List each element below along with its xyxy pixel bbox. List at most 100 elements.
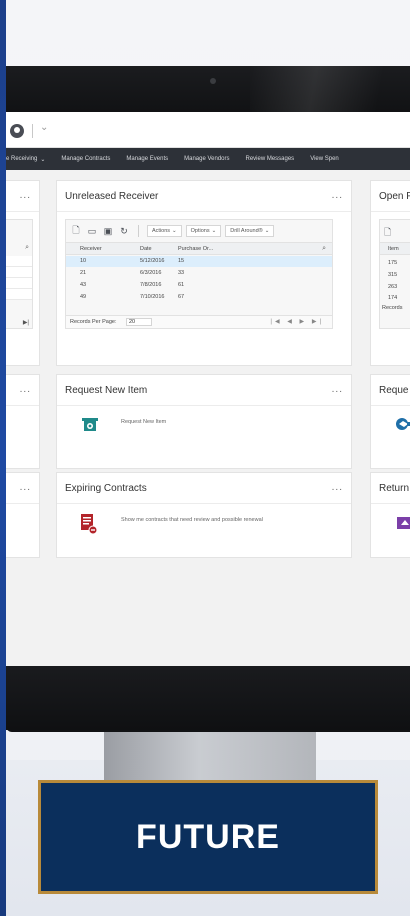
button-label: Drill Around® [230,228,263,234]
nav-item-manage-contracts[interactable]: Manage Contracts [53,156,118,162]
delete-icon[interactable]: ▣ [102,225,114,237]
task-link[interactable]: Show me contracts that need review and p… [121,517,263,523]
column-header-item[interactable]: Item [388,246,399,252]
card-open-partial: Open F 🗋 Item 175 315 263 174 Records [370,180,410,366]
card-request-new-item: Request New Item ... Request New Item [56,374,352,469]
card-divider [371,211,410,212]
card-left-mid: ... [6,374,40,469]
more-menu-icon[interactable]: ... [20,384,31,395]
app-header: ⌄ [6,112,410,148]
table-row[interactable]: 49 7/10/2016 67 [66,292,332,301]
grid-column-header: Receiver Date Purchase Or... ⌕ [66,242,332,255]
card-divider [371,503,410,504]
monitor-glare [250,66,410,112]
card-divider [6,405,39,406]
card-title: Expiring Contracts [65,483,147,494]
refresh-icon[interactable]: ↻ [118,225,130,237]
column-header-purchase-order[interactable]: Purchase Or... [178,246,213,252]
task-link[interactable]: Request New Item [121,419,166,425]
main-navbar: e Receiving ⌄ Manage Contracts Manage Ev… [6,148,410,170]
table-row[interactable]: 43 7/8/2016 61 [66,280,332,291]
cell-receiver: 49 [80,294,87,300]
more-menu-icon[interactable]: ... [332,384,343,395]
cell-date: 7/10/2016 [140,294,165,300]
card-expiring-contracts: Expiring Contracts ... Show me contracts… [56,472,352,558]
table-row[interactable]: 10 5/12/2016 15 [66,256,332,267]
receiver-grid: 🗋 ▭ ▣ ↻ Actions ⌄ Options ⌄ Drill Around® ⌄… [65,219,333,329]
card-divider [57,211,351,212]
nav-item-view-spend[interactable]: View Spen [302,156,347,162]
card-request-partial: Reque [370,374,410,469]
handshake-icon[interactable] [395,415,410,433]
column-header-date[interactable]: Date [140,246,152,252]
table-row[interactable]: 21 6/3/2016 33 [66,268,332,279]
contract-document-icon[interactable] [79,513,99,535]
return-box-icon[interactable] [395,513,410,531]
card-divider [6,211,39,212]
cell-po: 15 [178,258,185,264]
nav-item-label: Manage Vendors [184,156,230,162]
new-doc-icon[interactable]: 🗋 [70,225,82,237]
cell-receiver: 43 [80,282,87,288]
button-label: Options [190,228,210,234]
cell-item: 175 [388,260,398,266]
cell-date: 6/3/2016 [140,270,162,276]
search-icon[interactable]: ⌕ [25,244,29,252]
actions-button[interactable]: Actions ⌄ [147,225,182,237]
more-menu-icon[interactable]: ... [20,482,31,493]
records-per-page-input[interactable]: 20 [126,318,152,326]
toolbar-divider [138,225,139,237]
more-menu-icon[interactable]: ... [332,190,343,201]
cell-date: 5/12/2016 [140,258,165,264]
card-title: Return [379,483,410,494]
nav-item-receiving[interactable]: e Receiving ⌄ [6,156,53,163]
card-title: Open F [379,191,410,202]
cell-po: 67 [178,294,185,300]
cell-item: 315 [388,272,398,278]
nav-item-label: Review Messages [245,156,295,162]
grid-stub: ⌕ ▶| [6,219,33,329]
nav-item-manage-events[interactable]: Manage Events [118,156,176,162]
cell-item: 263 [388,284,398,290]
screen: ⌄ e Receiving ⌄ Manage Contracts Manage … [6,112,410,666]
banner-text: FUTURE [136,817,280,856]
card-left-bot: ... [6,472,40,558]
options-button[interactable]: Options ⌄ [185,225,222,237]
nav-item-review-messages[interactable]: Review Messages [238,156,303,162]
card-title: Unreleased Receiver [65,191,159,202]
card-divider [57,503,351,504]
card-divider [57,405,351,406]
chevron-down-icon[interactable]: ⌄ [40,122,48,133]
cell-receiver: 21 [80,270,87,276]
cell-date: 7/8/2016 [140,282,162,288]
card-unreleased-receiver: Unreleased Receiver ... 🗋 ▭ ▣ ↻ Actions ⌄… [56,180,352,366]
more-menu-icon[interactable]: ... [20,190,31,201]
card-title: Request New Item [65,385,148,396]
logo-icon[interactable] [10,124,24,138]
last-page-icon[interactable]: ▶| [23,319,29,326]
open-folder-icon[interactable]: ▭ [86,225,98,237]
drill-around-button[interactable]: Drill Around® ⌄ [225,225,275,237]
nav-item-label: View Spen [310,156,339,162]
chevron-down-icon: ⌄ [40,156,46,163]
more-menu-icon[interactable]: ... [332,482,343,493]
search-icon[interactable]: ⌕ [322,245,326,253]
pagination-controls[interactable]: |◀ ◀ ▶ ▶| [270,318,324,325]
cell-po: 33 [178,270,185,276]
new-item-box-icon[interactable] [81,415,99,433]
monitor-chin [6,666,410,730]
column-header-receiver[interactable]: Receiver [80,246,102,252]
nav-item-label: Manage Events [126,156,169,162]
cell-receiver: 10 [80,258,87,264]
card-title: Reque [379,385,409,396]
card-left-top: ... ⌕ ▶| [6,180,40,366]
card-return-partial: Return [370,472,410,558]
nav-item-label: e Receiving [6,156,38,162]
nav-item-manage-vendors[interactable]: Manage Vendors [176,156,237,162]
cell-po: 61 [178,282,185,288]
grid-toolbar: 🗋 ▭ ▣ ↻ Actions ⌄ Options ⌄ Drill Around® ⌄ [66,220,332,242]
card-divider [371,405,410,406]
new-doc-icon[interactable]: 🗋 [384,225,391,241]
monitor-stand [104,732,316,784]
cell-item: 174 [388,295,398,301]
